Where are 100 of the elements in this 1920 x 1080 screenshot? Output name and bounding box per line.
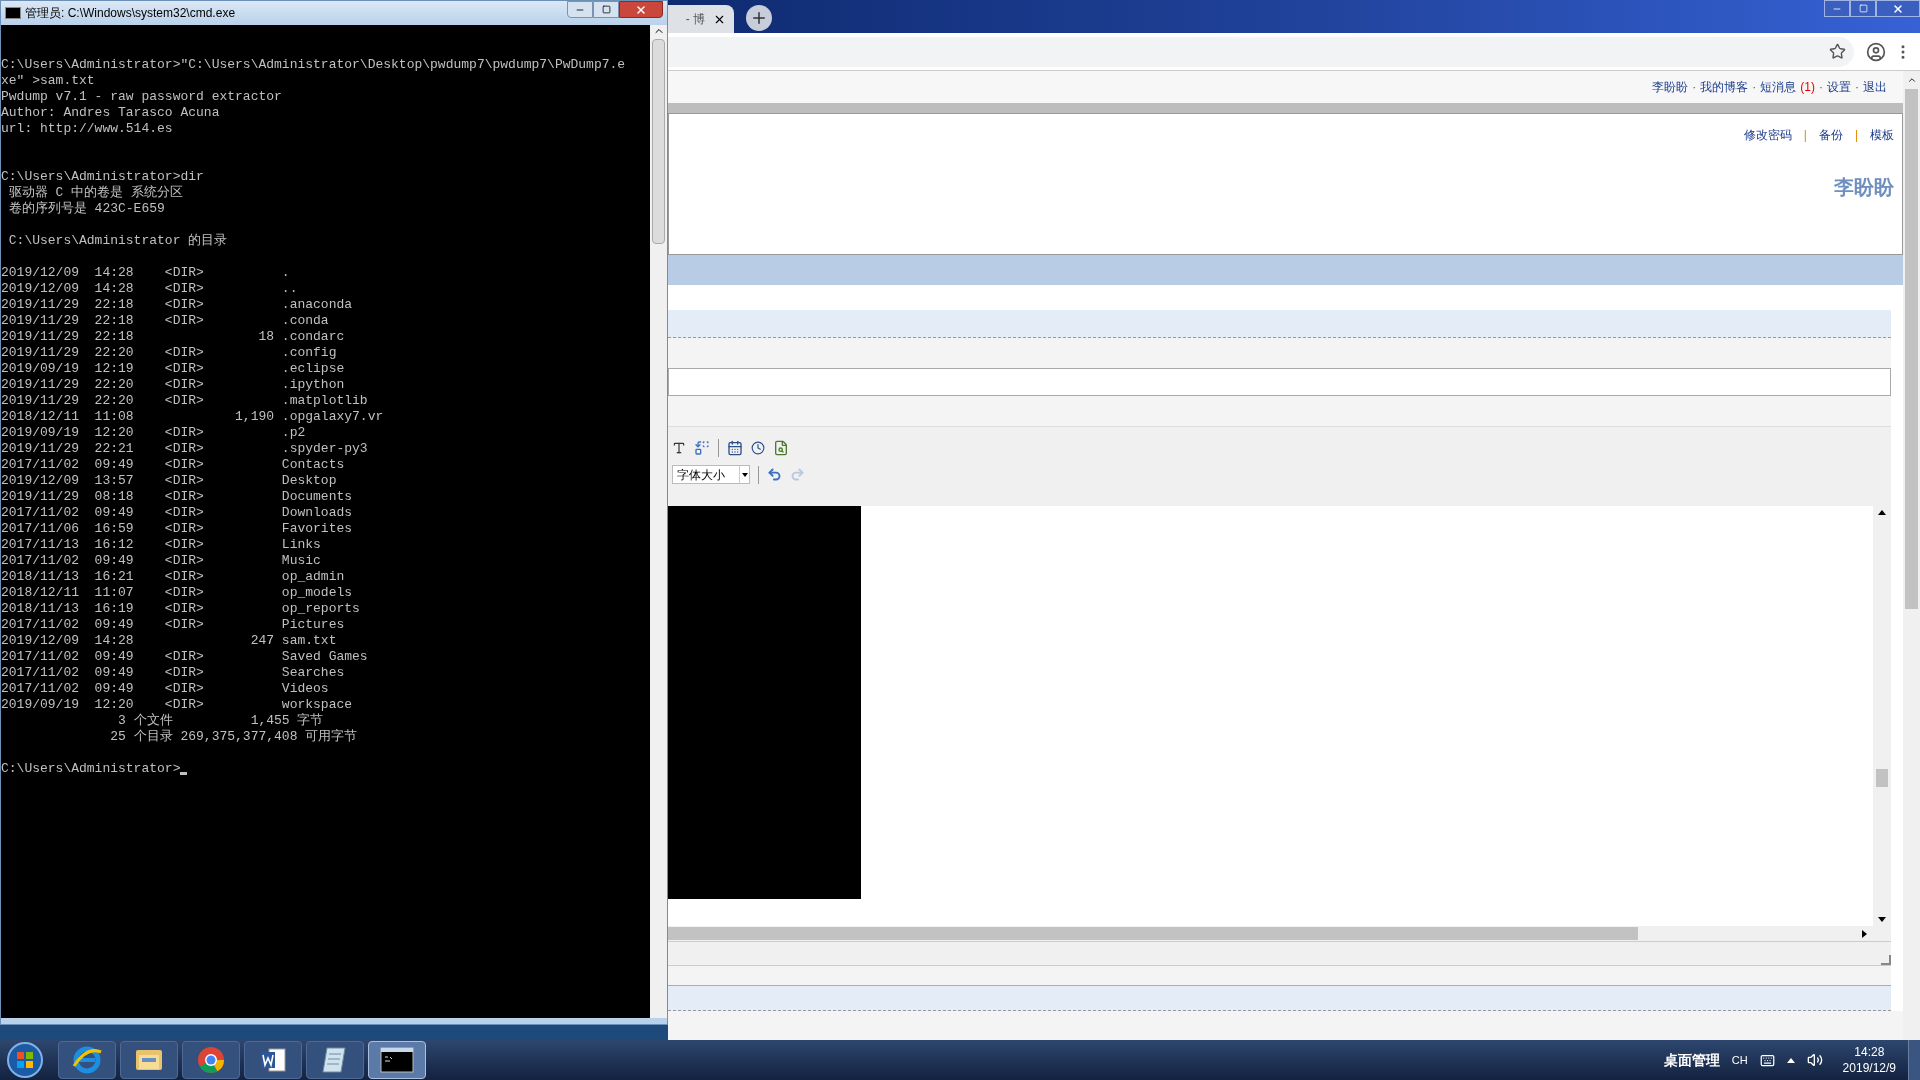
blog-link[interactable]: 备份 (1818, 126, 1843, 144)
console-line: 3 个文件 1,455 字节 (117, 713, 324, 729)
clock-icon[interactable] (751, 441, 765, 455)
dropdown-icon[interactable] (739, 466, 749, 483)
undo-icon[interactable] (767, 467, 782, 482)
nav-link[interactable]: 短消息 (1760, 78, 1797, 96)
console-line: 驱动器 C 中的卷是 系统分区 (7, 185, 183, 201)
replace-icon[interactable] (694, 440, 710, 456)
blog-link[interactable]: 模板 (1870, 126, 1894, 144)
console-line: url: http://www.514.es (1, 121, 173, 137)
command-prompt-icon[interactable] (380, 1046, 414, 1074)
console-line: 2019/12/09 14:28 <DIR> .. (1, 281, 298, 297)
nav-link[interactable]: 退出 (1863, 78, 1887, 96)
console-line: 2017/11/13 16:12 <DIR> Links (1, 537, 321, 553)
taskbar-button[interactable] (306, 1041, 364, 1079)
scroll-up-icon[interactable] (1906, 75, 1917, 85)
console-line: 2019/09/19 12:20 <DIR> workspace (1, 697, 353, 713)
close-icon[interactable] (635, 3, 647, 16)
blog-title: 李盼盼 (1834, 175, 1894, 200)
chrome-icon[interactable] (195, 1044, 227, 1076)
console-line: 2019/11/29 08:18 <DIR> Documents (1, 489, 353, 505)
console-line: 卷的序列号是 423C-E659 (7, 201, 165, 217)
separator-dot: · (1692, 79, 1697, 96)
minimize-button[interactable] (567, 1, 593, 18)
taskbar-button[interactable] (368, 1041, 426, 1079)
console-line: 2018/11/13 16:21 <DIR> op_admin (1, 569, 345, 585)
console-line: 2019/12/09 14:28 247 sam.txt (1, 633, 337, 649)
preview-icon[interactable] (773, 440, 789, 456)
account-icon[interactable] (1866, 41, 1886, 62)
scrollbar-thumb[interactable] (1876, 769, 1888, 787)
minimize-button[interactable] (1824, 0, 1850, 17)
console-line: 2018/12/11 11:08 1,190 .opgalaxy7.vr (1, 409, 384, 425)
console-line: 2019/09/19 12:19 <DIR> .eclipse (1, 361, 345, 377)
nav-link[interactable]: 我的博客 (1700, 78, 1749, 96)
tray-label[interactable]: 桌面管理 (1663, 1049, 1720, 1071)
console-line: C:\Users\Administrator>"C:\Users\Administrator\Desktop\pwdump7\pwdump7\PwDump7.e (1, 57, 626, 73)
volume-icon[interactable] (1806, 1052, 1823, 1068)
console-line: 2019/12/09 13:57 <DIR> Desktop (1, 473, 337, 489)
console-line: 2019/12/09 14:28 <DIR> . (1, 265, 290, 281)
blog-link[interactable]: 修改密码 (1743, 126, 1792, 144)
console-line: 2018/12/11 11:07 <DIR> op_models (1, 585, 353, 601)
internet-explorer-icon[interactable] (71, 1044, 103, 1076)
separator-dot: · (1819, 79, 1823, 96)
vertical-scrollbar[interactable] (650, 25, 667, 1018)
console-line: 2017/11/02 09:49 <DIR> Music (1, 553, 321, 569)
console-line: C:\Users\Administrator>dir (1, 169, 204, 185)
message-count: (1) (1800, 79, 1815, 96)
close-icon[interactable] (1892, 2, 1904, 15)
taskbar-button[interactable] (120, 1041, 178, 1079)
window-title: 管理员: C:\Windows\system32\cmd.exe (25, 5, 236, 22)
title-input-field[interactable] (668, 368, 1891, 396)
console-line: Pwdump v7.1 - raw password extractor (1, 89, 282, 105)
scrollbar-thumb[interactable] (1905, 89, 1918, 609)
horizontal-scrollbar[interactable] (668, 926, 1891, 941)
console-line: 25 个目录 269,375,377,408 可用字节 (109, 729, 358, 745)
close-button[interactable] (619, 1, 663, 18)
browser-tab[interactable]: - 博 (668, 5, 734, 33)
calendar-icon[interactable] (727, 440, 743, 456)
separator-dot: · (1855, 79, 1859, 96)
console-line: 2019/11/29 22:18 18 .condarc (1, 329, 345, 345)
language-indicator[interactable]: CH (1731, 1051, 1748, 1069)
maximize-icon[interactable] (601, 5, 611, 14)
link-separator: | (1803, 127, 1807, 144)
console-line: 2019/11/29 22:18 <DIR> .anaconda (1, 297, 353, 313)
nav-link[interactable]: 李盼盼 (1652, 78, 1689, 96)
link-separator: | (1854, 127, 1858, 144)
keyboard-icon[interactable] (1759, 1052, 1775, 1068)
console-line: 2017/11/02 09:49 <DIR> Searches (1, 665, 345, 681)
clock-time[interactable]: 14:28 (1854, 1044, 1885, 1060)
close-button[interactable] (1876, 0, 1920, 17)
font-size-select[interactable]: 字体大小 (672, 465, 750, 484)
scrollbar-thumb[interactable] (668, 927, 1638, 940)
console-line: 2019/11/29 22:20 <DIR> .config (1, 345, 337, 361)
clock-date[interactable]: 2019/12/9 (1842, 1060, 1896, 1076)
separator-dot: · (1752, 79, 1757, 96)
scrollbar-thumb[interactable] (652, 39, 665, 244)
console-line: 2017/11/02 09:49 <DIR> Pictures (1, 617, 345, 633)
console-line: 2019/11/29 22:18 <DIR> .conda (1, 313, 329, 329)
console-line: Author: Andres Tarasco Acuna (1, 105, 220, 121)
nav-link[interactable]: 设置 (1827, 78, 1851, 96)
console-line: 2019/11/29 22:21 <DIR> .spyder-py3 (1, 441, 368, 457)
console-line: 2019/11/29 22:20 <DIR> .matplotlib (1, 393, 368, 409)
console-line: 2017/11/06 16:59 <DIR> Favorites (1, 521, 353, 537)
console-line: 2019/09/19 12:20 <DIR> .p2 (1, 425, 306, 441)
maximize-button[interactable] (1850, 0, 1876, 17)
console-line: 2017/11/02 09:49 <DIR> Saved Games (1, 649, 368, 665)
start-button[interactable] (4, 1040, 46, 1080)
maximize-button[interactable] (593, 1, 619, 18)
console-line: 2017/11/02 09:49 <DIR> Contacts (1, 457, 345, 473)
console-line: C:\Users\Administrator> (1, 761, 181, 777)
show-hidden-icons[interactable] (1786, 1057, 1795, 1063)
console-line: xe" >sam.txt (1, 73, 95, 89)
taskbar-button[interactable] (244, 1041, 302, 1079)
console-line: 2017/11/02 09:49 <DIR> Downloads (1, 505, 353, 521)
console-line: C:\Users\Administrator 的目录 (7, 233, 228, 249)
font-icon[interactable] (672, 441, 686, 455)
console-line: 2019/11/29 22:20 <DIR> .ipython (1, 377, 345, 393)
console-icon (5, 7, 21, 19)
bookmark-star-icon[interactable] (1829, 43, 1846, 60)
console-line: 2017/11/02 09:49 <DIR> Videos (1, 681, 329, 697)
